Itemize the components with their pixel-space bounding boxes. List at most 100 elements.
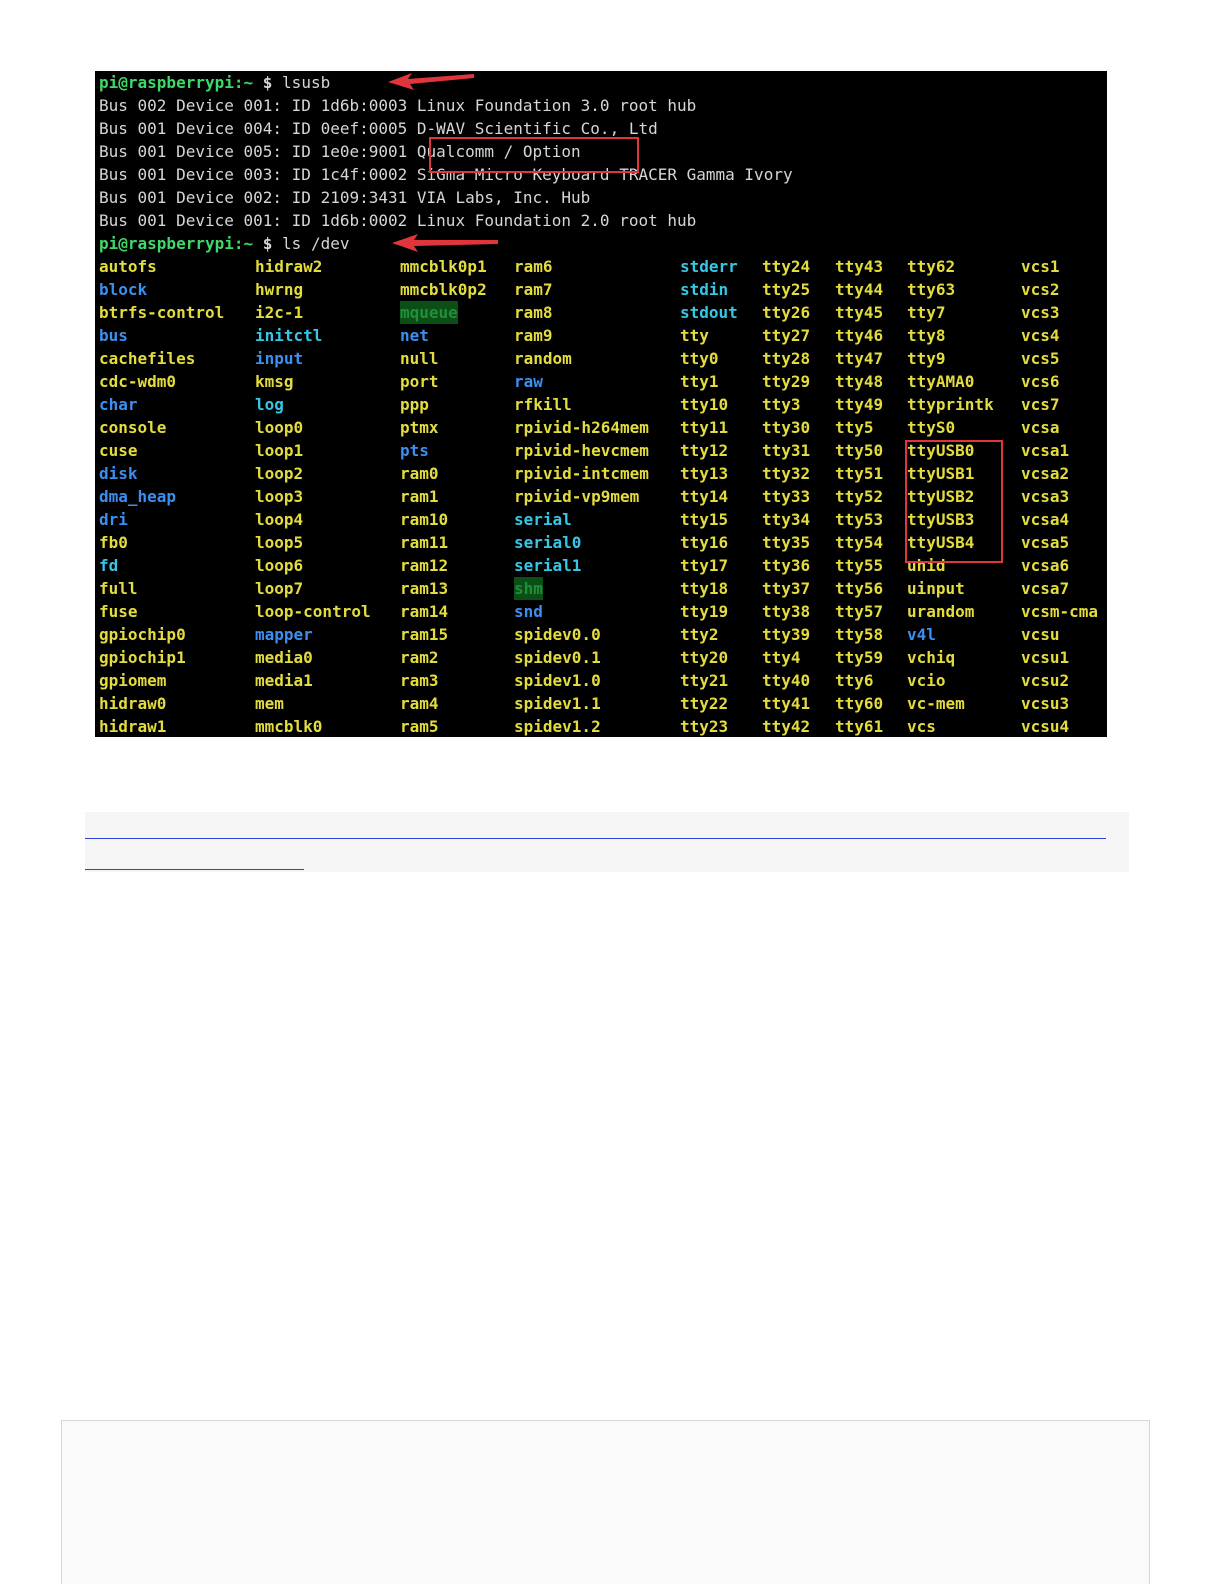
ls-entry: tty55 — [835, 556, 884, 575]
prompt-line-lsusb: pi@raspberrypi:~ $ lsusb — [99, 71, 330, 94]
ls-entry: vcsa7 — [1021, 579, 1070, 598]
ls-entry: spidev0.1 — [514, 648, 601, 667]
ls-entry: tty57 — [835, 602, 884, 621]
ls-entry: loop3 — [255, 487, 304, 506]
ls-entry: hidraw0 — [99, 694, 167, 713]
ls-entry: fuse — [99, 602, 138, 621]
ls-entry: log — [255, 395, 284, 414]
ls-entry: tty6 — [835, 671, 874, 690]
ls-entry: hwrng — [255, 280, 304, 299]
ls-entry: mqueue — [400, 301, 458, 324]
ls-entry: tty16 — [680, 533, 729, 552]
ls-entry: loop5 — [255, 533, 304, 552]
ls-entry: random — [514, 349, 572, 368]
ls-entry: tty1 — [680, 372, 719, 391]
ls-entry: vcsa5 — [1021, 533, 1070, 552]
ls-entry: tty42 — [762, 717, 811, 736]
ls-entry: rpivid-vp9mem — [514, 487, 640, 506]
lsusb-line: Bus 001 Device 002: ID 2109:3431 VIA Lab… — [99, 188, 591, 207]
ls-entry: vc-mem — [907, 694, 965, 713]
prompt-user: pi@raspberrypi — [99, 73, 234, 92]
prompt-symbol: $ — [262, 234, 273, 253]
ls-entry: cuse — [99, 441, 138, 460]
ls-entry: gpiochip0 — [99, 625, 186, 644]
ls-entry: vchiq — [907, 648, 956, 667]
ls-entry: tty46 — [835, 326, 884, 345]
ls-entry: tty62 — [907, 257, 956, 276]
ls-entry: ppp — [400, 395, 429, 414]
ls-entry: rpivid-h264mem — [514, 418, 649, 437]
ls-entry: tty32 — [762, 464, 811, 483]
ls-entry: loop6 — [255, 556, 304, 575]
prompt-user: pi@raspberrypi — [99, 234, 234, 253]
ls-entry: ram11 — [400, 533, 449, 552]
ls-entry: tty18 — [680, 579, 729, 598]
ls-entry: input — [255, 349, 304, 368]
ls-entry: spidev0.0 — [514, 625, 601, 644]
ls-entry: net — [400, 326, 429, 345]
ls-entry: tty2 — [680, 625, 719, 644]
ls-entry: tty — [680, 326, 709, 345]
ls-entry: stdout — [680, 303, 738, 322]
ls-entry: tty5 — [835, 418, 874, 437]
ls-entry: tty25 — [762, 280, 811, 299]
hyperlink-underline[interactable] — [85, 869, 304, 870]
ls-entry: vcsa2 — [1021, 464, 1070, 483]
ls-entry: tty24 — [762, 257, 811, 276]
ls-entry: loop2 — [255, 464, 304, 483]
lsusb-line: Bus 001 Device 001: ID 1d6b:0002 Linux F… — [99, 211, 697, 230]
ls-entry: tty38 — [762, 602, 811, 621]
ls-entry: rfkill — [514, 395, 572, 414]
ls-entry: block — [99, 280, 148, 299]
ls-entry: loop1 — [255, 441, 304, 460]
ls-entry: uinput — [907, 579, 965, 598]
ls-entry: ram7 — [514, 280, 553, 299]
ls-entry: vcsu1 — [1021, 648, 1070, 667]
prompt-path: :~ — [233, 234, 254, 253]
ls-entry: ram1 — [400, 487, 439, 506]
ls-entry: tty22 — [680, 694, 729, 713]
ls-entry: tty40 — [762, 671, 811, 690]
ls-entry: serial1 — [514, 556, 582, 575]
ls-entry: ram6 — [514, 257, 553, 276]
ls-entry: tty30 — [762, 418, 811, 437]
lsusb-line: Bus 002 Device 001: ID 1d6b:0003 Linux F… — [99, 96, 697, 115]
ls-entry: i2c-1 — [255, 303, 304, 322]
ls-entry: tty53 — [835, 510, 884, 529]
ls-entry: spidev1.0 — [514, 671, 601, 690]
ls-entry: rpivid-hevcmem — [514, 441, 649, 460]
ls-entry: shm — [514, 577, 543, 600]
ls-entry: dri — [99, 510, 128, 529]
ls-entry: tty63 — [907, 280, 956, 299]
command-text: lsusb — [282, 73, 331, 92]
ls-entry: urandom — [907, 602, 975, 621]
ls-entry: rpivid-intcmem — [514, 464, 649, 483]
ls-entry: gpiochip1 — [99, 648, 186, 667]
ls-entry: tty45 — [835, 303, 884, 322]
ls-entry: tty13 — [680, 464, 729, 483]
ls-entry: spidev1.2 — [514, 717, 601, 736]
ls-entry: kmsg — [255, 372, 294, 391]
ls-entry: tty9 — [907, 349, 946, 368]
ls-entry: vcs3 — [1021, 303, 1060, 322]
ls-entry: btrfs-control — [99, 303, 225, 322]
ls-entry: tty20 — [680, 648, 729, 667]
ls-entry: vcsa6 — [1021, 556, 1070, 575]
hyperlink-underline[interactable] — [85, 838, 1106, 839]
ls-entry: tty41 — [762, 694, 811, 713]
ls-entry: tty49 — [835, 395, 884, 414]
ls-entry: vcs2 — [1021, 280, 1060, 299]
ls-entry: tty4 — [762, 648, 801, 667]
ls-entry: vcsm-cma — [1021, 602, 1099, 621]
ls-entry: null — [400, 349, 439, 368]
ls-entry: tty59 — [835, 648, 884, 667]
ls-entry: vcsu3 — [1021, 694, 1070, 713]
ls-entry: loop7 — [255, 579, 304, 598]
ls-entry: vcs1 — [1021, 257, 1060, 276]
ls-entry: ram8 — [514, 303, 553, 322]
prompt-path: :~ — [233, 73, 254, 92]
ls-entry: char — [99, 395, 138, 414]
ls-entry: ram0 — [400, 464, 439, 483]
ls-entry: cdc-wdm0 — [99, 372, 177, 391]
ls-entry: tty54 — [835, 533, 884, 552]
